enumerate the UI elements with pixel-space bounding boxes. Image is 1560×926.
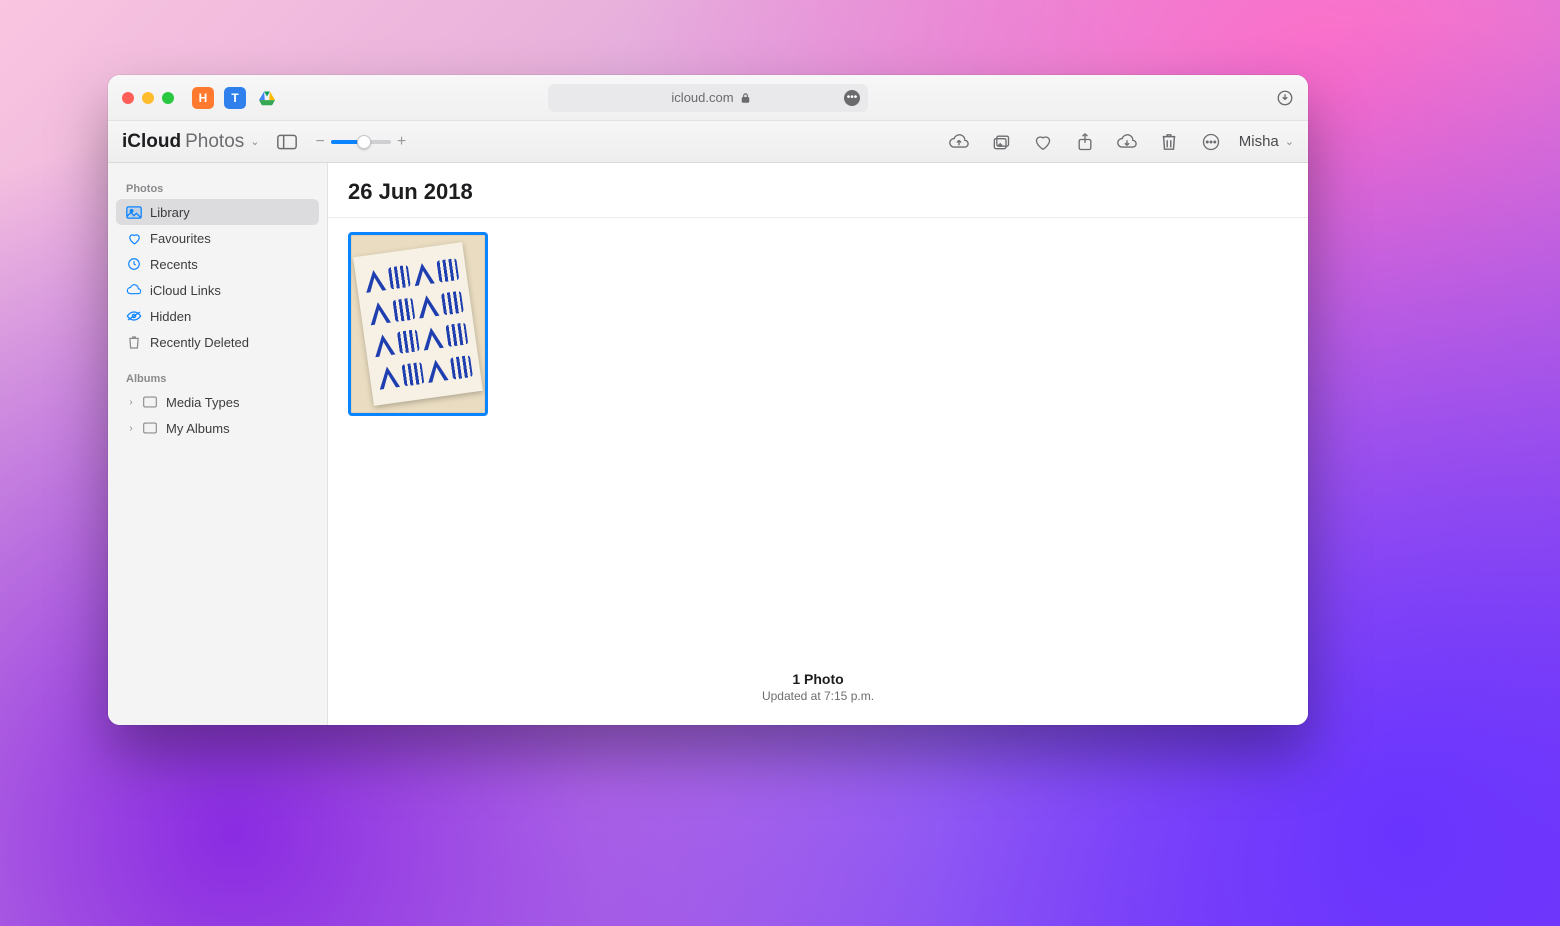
upload-button[interactable] <box>945 128 973 156</box>
photo-grid <box>328 218 1308 657</box>
extension-drive-icon[interactable] <box>256 87 278 109</box>
sidebar-item-label: Recently Deleted <box>150 335 249 350</box>
sidebar-item-media-types[interactable]: › Media Types <box>116 389 319 415</box>
sidebar-item-my-albums[interactable]: › My Albums <box>116 415 319 441</box>
zoom-control: − + <box>315 133 406 151</box>
app-title-dropdown[interactable]: iCloud Photos ⌄ <box>122 131 259 153</box>
share-button[interactable] <box>1071 128 1099 156</box>
sidebar: Photos Library Favourites Recents <box>108 163 328 725</box>
chevron-down-icon: ⌄ <box>250 135 259 148</box>
download-button[interactable] <box>1113 128 1141 156</box>
close-window-button[interactable] <box>122 92 134 104</box>
reader-badge-icon[interactable]: ••• <box>844 90 860 106</box>
sidebar-item-library[interactable]: Library <box>116 199 319 225</box>
window-controls <box>122 92 174 104</box>
sidebar-item-label: Library <box>150 205 190 220</box>
sidebar-item-label: Recents <box>150 257 198 272</box>
grid-footer: 1 Photo Updated at 7:15 p.m. <box>328 657 1308 725</box>
library-icon <box>126 204 142 220</box>
photo-content <box>353 242 483 406</box>
updated-at: Updated at 7:15 p.m. <box>328 689 1308 703</box>
sidebar-item-label: Favourites <box>150 231 211 246</box>
app-title-main: Photos <box>185 131 244 153</box>
downloads-icon[interactable] <box>1276 89 1294 107</box>
extension-icon[interactable]: T <box>224 87 246 109</box>
zoom-in-button[interactable]: + <box>397 133 406 151</box>
sidebar-section-photos: Photos <box>116 177 319 199</box>
zoom-out-button[interactable]: − <box>315 133 324 151</box>
date-heading: 26 Jun 2018 <box>348 179 1288 205</box>
sidebar-item-label: Media Types <box>166 395 239 410</box>
app-title-prefix: iCloud <box>122 131 181 153</box>
sidebar-item-label: iCloud Links <box>150 283 221 298</box>
album-icon <box>142 420 158 436</box>
sidebar-item-favourites[interactable]: Favourites <box>116 225 319 251</box>
address-bar[interactable]: icloud.com ••• <box>548 84 868 112</box>
heart-icon <box>126 230 142 246</box>
sidebar-item-icloud-links[interactable]: iCloud Links <box>116 277 319 303</box>
trash-icon <box>126 334 142 350</box>
sidebar-item-label: My Albums <box>166 421 230 436</box>
delete-button[interactable] <box>1155 128 1183 156</box>
titlebar: H T icloud.com ••• <box>108 75 1308 121</box>
minimize-window-button[interactable] <box>142 92 154 104</box>
lock-icon <box>740 92 751 104</box>
maximize-window-button[interactable] <box>162 92 174 104</box>
url-host: icloud.com <box>671 90 733 105</box>
hidden-icon <box>126 308 142 324</box>
sidebar-section-albums: Albums <box>116 367 319 389</box>
user-name: Misha <box>1239 133 1279 150</box>
sidebar-item-label: Hidden <box>150 309 191 324</box>
browser-extensions: H T <box>192 87 278 109</box>
favourite-button[interactable] <box>1029 128 1057 156</box>
toggle-sidebar-button[interactable] <box>273 128 301 156</box>
zoom-slider[interactable] <box>331 140 391 144</box>
sidebar-item-recents[interactable]: Recents <box>116 251 319 277</box>
clock-icon <box>126 256 142 272</box>
main-panel: 26 Jun 2018 1 Photo Updated at 7:15 p.m. <box>328 163 1308 725</box>
add-to-album-button[interactable] <box>987 128 1015 156</box>
chevron-down-icon: ⌄ <box>1285 135 1294 148</box>
sidebar-item-recently-deleted[interactable]: Recently Deleted <box>116 329 319 355</box>
disclosure-icon[interactable]: › <box>126 423 136 434</box>
photo-thumbnail[interactable] <box>348 232 488 416</box>
disclosure-icon[interactable]: › <box>126 397 136 408</box>
browser-window: H T icloud.com ••• iCloud Photos ⌄ <box>108 75 1308 725</box>
cloud-link-icon <box>126 282 142 298</box>
app-toolbar: iCloud Photos ⌄ − + <box>108 121 1308 163</box>
content-area: Photos Library Favourites Recents <box>108 163 1308 725</box>
photo-count: 1 Photo <box>328 671 1308 687</box>
more-button[interactable] <box>1197 128 1225 156</box>
account-menu[interactable]: Misha ⌄ <box>1239 133 1294 150</box>
main-header: 26 Jun 2018 <box>328 163 1308 218</box>
album-icon <box>142 394 158 410</box>
sidebar-item-hidden[interactable]: Hidden <box>116 303 319 329</box>
extension-icon[interactable]: H <box>192 87 214 109</box>
